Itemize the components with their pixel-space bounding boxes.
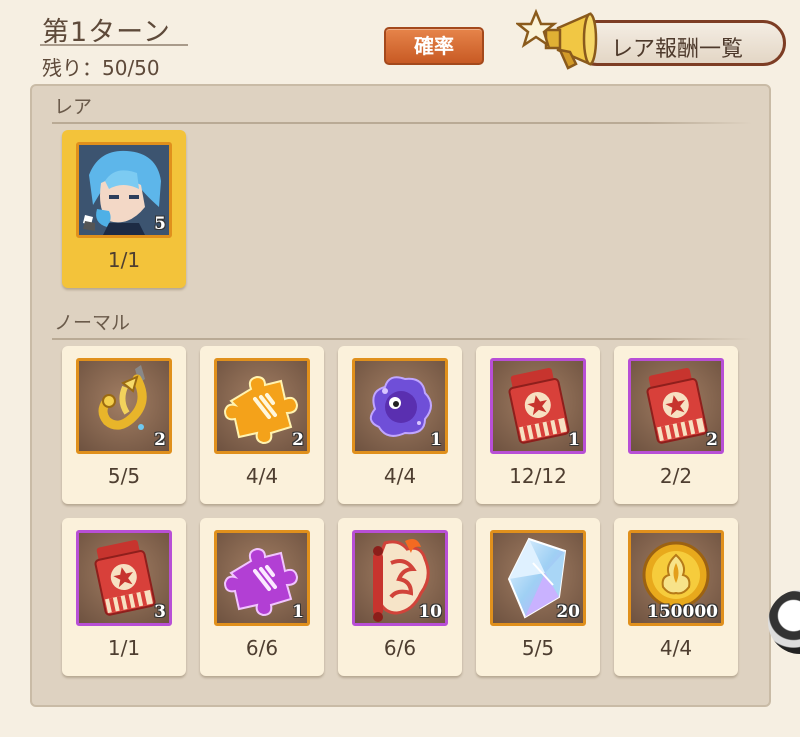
remaining-draws: 残り：50/50 xyxy=(42,56,160,80)
item-count: 5/5 xyxy=(107,464,141,488)
item-count: 12/12 xyxy=(509,464,567,488)
item-quantity: 1 xyxy=(430,430,442,450)
rewards-panel: レア 5 1/1 ノーマル 2 5/5 2 4/4 1 4/4 1 12/12 … xyxy=(30,84,771,707)
header: 第1ターン 残り：50/50 確率 レア報酬一覧 xyxy=(0,0,800,84)
normal-item-card[interactable]: 2 2/2 xyxy=(614,346,738,504)
turn-title-underline xyxy=(40,44,188,46)
normal-section-divider xyxy=(52,338,752,340)
item-quantity: 10 xyxy=(418,602,442,622)
item-frame: 3 xyxy=(76,530,172,626)
item-count: 2/2 xyxy=(659,464,693,488)
item-quantity: 1 xyxy=(292,602,304,622)
item-frame: 1 xyxy=(490,358,586,454)
item-count: 5/5 xyxy=(521,636,555,660)
side-menu-button[interactable] xyxy=(768,590,800,654)
normal-item-card[interactable]: 20 5/5 xyxy=(476,518,600,676)
item-count: 6/6 xyxy=(245,636,279,660)
probability-button[interactable]: 確率 xyxy=(384,27,484,65)
item-count: 1/1 xyxy=(107,636,141,660)
normal-item-card[interactable]: 2 4/4 xyxy=(200,346,324,504)
item-count: 4/4 xyxy=(659,636,693,660)
rare-item-card[interactable]: 5 1/1 xyxy=(62,130,186,288)
rare-rewards-button[interactable]: レア報酬一覧 xyxy=(574,20,786,66)
item-frame: 2 xyxy=(76,358,172,454)
item-count: 6/6 xyxy=(383,636,417,660)
item-frame: 2 xyxy=(628,358,724,454)
rare-rewards-button-label: レア報酬一覧 xyxy=(611,37,744,62)
normal-item-card[interactable]: 1 4/4 xyxy=(338,346,462,504)
normal-section-label: ノーマル xyxy=(54,312,131,334)
normal-item-card[interactable]: 10 6/6 xyxy=(338,518,462,676)
normal-item-card[interactable]: 2 5/5 xyxy=(62,346,186,504)
item-frame: 150000 xyxy=(628,530,724,626)
rare-item-quantity: 5 xyxy=(154,214,166,234)
megaphone-star-icon xyxy=(516,8,598,70)
item-quantity: 20 xyxy=(556,602,580,622)
item-frame: 2 xyxy=(214,358,310,454)
normal-item-card[interactable]: 150000 4/4 xyxy=(614,518,738,676)
item-quantity: 2 xyxy=(706,430,718,450)
item-quantity: 1 xyxy=(568,430,580,450)
normal-item-card[interactable]: 3 1/1 xyxy=(62,518,186,676)
rare-item-count: 1/1 xyxy=(107,248,141,272)
item-quantity: 2 xyxy=(154,430,166,450)
rare-section-divider xyxy=(52,122,752,124)
normal-item-card[interactable]: 1 12/12 xyxy=(476,346,600,504)
item-frame: 1 xyxy=(352,358,448,454)
item-count: 4/4 xyxy=(383,464,417,488)
normal-item-card[interactable]: 1 6/6 xyxy=(200,518,324,676)
rare-section-label: レア xyxy=(54,96,93,118)
item-frame: 10 xyxy=(352,530,448,626)
item-frame: 1 xyxy=(214,530,310,626)
item-quantity: 150000 xyxy=(647,602,718,622)
rare-item-frame: 5 xyxy=(76,142,172,238)
item-count: 4/4 xyxy=(245,464,279,488)
item-frame: 20 xyxy=(490,530,586,626)
item-quantity: 2 xyxy=(292,430,304,450)
item-quantity: 3 xyxy=(154,602,166,622)
